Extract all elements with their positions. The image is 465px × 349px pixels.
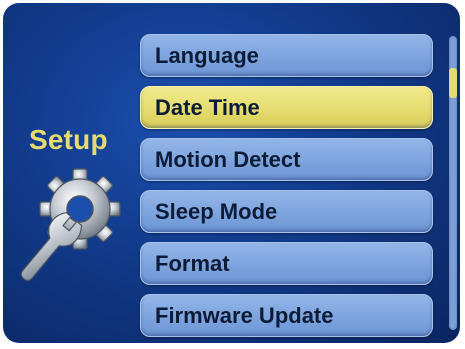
- device-screen: Setup Language Date Time Motion Detect S…: [0, 0, 465, 349]
- scrollbar-thumb[interactable]: [449, 68, 457, 98]
- menu-item-motion-detect[interactable]: Motion Detect: [140, 138, 433, 181]
- menu-item-language[interactable]: Language: [140, 34, 433, 77]
- setup-panel: Setup Language Date Time Motion Detect S…: [3, 3, 460, 343]
- menu-item-label: Sleep Mode: [155, 198, 278, 224]
- menu-item-label: Motion Detect: [155, 146, 301, 172]
- scrollbar[interactable]: [449, 36, 457, 330]
- menu-item-label: Firmware Update: [155, 302, 334, 328]
- setup-menu: Language Date Time Motion Detect Sleep M…: [140, 34, 433, 343]
- menu-item-date-time[interactable]: Date Time: [140, 86, 433, 129]
- menu-item-sleep-mode[interactable]: Sleep Mode: [140, 190, 433, 233]
- page-title: Setup: [29, 124, 108, 155]
- menu-item-label: Language: [155, 42, 259, 68]
- gear-wrench-icon: [20, 168, 121, 282]
- menu-item-label: Date Time: [155, 94, 260, 120]
- menu-item-format[interactable]: Format: [140, 242, 433, 285]
- menu-item-firmware-update[interactable]: Firmware Update: [140, 294, 433, 337]
- menu-item-label: Format: [155, 250, 230, 276]
